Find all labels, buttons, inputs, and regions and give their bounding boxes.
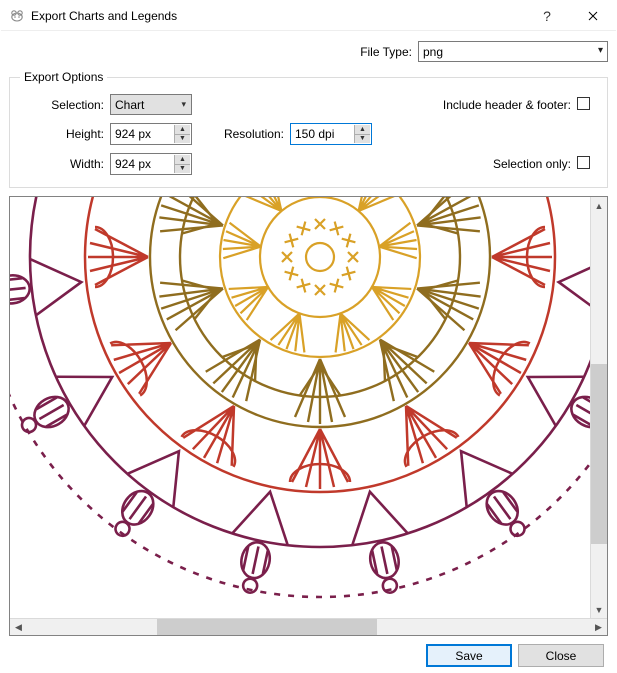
- include-header-footer-label: Include header & footer:: [380, 98, 577, 112]
- file-type-select[interactable]: png ▾: [418, 41, 608, 62]
- export-options-legend: Export Options: [20, 70, 107, 84]
- scroll-up-icon[interactable]: ▲: [591, 197, 607, 214]
- titlebar: Export Charts and Legends ?: [1, 1, 616, 31]
- resolution-field[interactable]: [291, 125, 353, 143]
- width-label: Width:: [20, 157, 110, 171]
- help-button[interactable]: ?: [524, 1, 570, 31]
- resolution-spin-up[interactable]: ▲: [354, 125, 370, 134]
- height-spin-down[interactable]: ▼: [174, 134, 190, 144]
- width-input[interactable]: ▲ ▼: [110, 153, 192, 175]
- width-spin-down[interactable]: ▼: [174, 164, 190, 174]
- vertical-scrollbar[interactable]: ▲ ▼: [590, 197, 607, 618]
- include-header-footer-checkbox[interactable]: [577, 97, 590, 110]
- selection-select[interactable]: Chart ▾: [110, 94, 192, 115]
- window-title: Export Charts and Legends: [31, 9, 177, 23]
- width-spin-up[interactable]: ▲: [174, 155, 190, 164]
- resolution-label: Resolution:: [200, 127, 290, 141]
- resolution-input[interactable]: ▲ ▼: [290, 123, 372, 145]
- width-field[interactable]: [111, 155, 173, 173]
- selection-only-label: Selection only:: [380, 157, 577, 171]
- selection-value: Chart: [115, 98, 144, 112]
- app-icon: [9, 8, 25, 24]
- scroll-right-icon[interactable]: ▶: [590, 619, 607, 635]
- height-field[interactable]: [111, 125, 173, 143]
- horizontal-scrollbar[interactable]: ◀ ▶: [10, 618, 607, 635]
- close-button[interactable]: Close: [518, 644, 604, 667]
- resolution-spin-down[interactable]: ▼: [354, 134, 370, 144]
- chart-preview-canvas[interactable]: [10, 197, 607, 635]
- chevron-down-icon: ▾: [598, 45, 603, 56]
- height-input[interactable]: ▲ ▼: [110, 123, 192, 145]
- chart-preview: ▲ ▼ ◀ ▶: [9, 196, 608, 636]
- export-options-group: Export Options Selection: Chart ▾ Includ…: [9, 70, 608, 188]
- hscroll-thumb[interactable]: [157, 619, 377, 635]
- close-window-button[interactable]: [570, 1, 616, 31]
- height-spin-up[interactable]: ▲: [174, 125, 190, 134]
- scroll-down-icon[interactable]: ▼: [591, 601, 607, 618]
- file-type-label: File Type:: [360, 45, 412, 59]
- selection-only-checkbox[interactable]: [577, 156, 590, 169]
- save-button[interactable]: Save: [426, 644, 512, 667]
- scroll-left-icon[interactable]: ◀: [10, 619, 27, 635]
- height-label: Height:: [20, 127, 110, 141]
- vscroll-track[interactable]: [591, 214, 607, 601]
- chevron-down-icon: ▾: [181, 99, 186, 110]
- close-icon: [588, 11, 598, 21]
- file-type-value: png: [423, 45, 443, 59]
- hscroll-track[interactable]: [27, 619, 573, 635]
- selection-label: Selection:: [20, 98, 110, 112]
- vscroll-thumb[interactable]: [591, 364, 607, 544]
- export-dialog: Export Charts and Legends ? File Type: p…: [0, 0, 617, 658]
